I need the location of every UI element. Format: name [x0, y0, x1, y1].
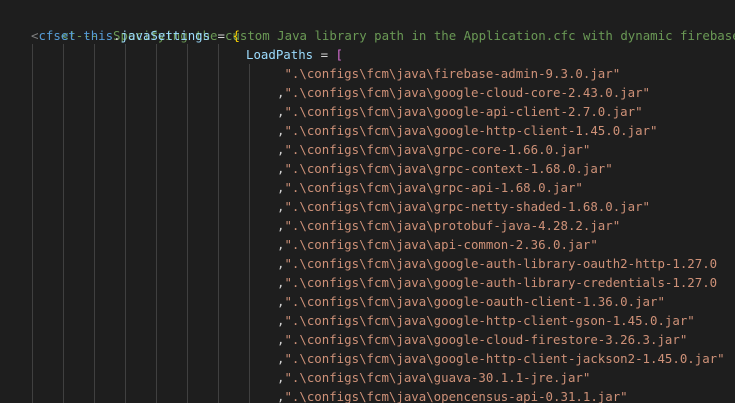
path-string: ".\configs\fcm\java\firebase-admin-9.3.0… — [284, 66, 621, 81]
code-line-path[interactable]: ,".\configs\fcm\java\google-cloud-firest… — [277, 330, 687, 349]
indent-guide — [94, 44, 95, 403]
path-string: ".\configs\fcm\java\google-cloud-firesto… — [284, 332, 688, 347]
loadpaths-key: LoadPaths — [246, 47, 314, 62]
code-line-path[interactable]: ,".\configs\fcm\java\google-http-client-… — [277, 121, 657, 140]
indent-guide — [156, 44, 157, 403]
code-editor[interactable]: <!--- Specifying the custom Java library… — [0, 0, 735, 403]
indent-guide — [249, 64, 250, 403]
path-string: ".\configs\fcm\java\protobuf-java-4.28.2… — [284, 218, 621, 233]
code-line-path[interactable]: ,".\configs\fcm\java\grpc-core-1.66.0.ja… — [277, 140, 590, 159]
code-line-path[interactable]: ,".\configs\fcm\java\google-oauth-client… — [277, 292, 665, 311]
indent-guide — [218, 44, 219, 403]
code-line-path[interactable]: ,".\configs\fcm\java\opencensus-api-0.31… — [277, 387, 628, 403]
indent-guide — [187, 44, 188, 403]
code-line-path[interactable]: ,".\configs\fcm\java\google-http-client-… — [277, 311, 695, 330]
indent-guide — [32, 44, 33, 403]
indent-guide — [63, 44, 64, 403]
cfset-tag: cfset — [38, 28, 76, 43]
code-line-path[interactable]: ,".\configs\fcm\java\google-cloud-core-2… — [277, 83, 650, 102]
open-bracket: [ — [335, 47, 343, 62]
code-line-comment[interactable]: <!--- Specifying the custom Java library… — [31, 7, 735, 43]
code-line-path[interactable]: ,".\configs\fcm\java\google-auth-library… — [277, 273, 717, 292]
path-string: ".\configs\fcm\java\grpc-core-1.66.0.jar… — [284, 142, 591, 157]
path-string: ".\configs\fcm\java\opencensus-api-0.31.… — [284, 389, 628, 403]
code-line-path[interactable]: ".\configs\fcm\java\firebase-admin-9.3.0… — [277, 64, 620, 83]
path-string: ".\configs\fcm\java\google-http-client-j… — [284, 351, 725, 366]
path-string: ".\configs\fcm\java\google-oauth-client-… — [284, 294, 665, 309]
code-line-cfset[interactable]: <cfset this.javaSettings = { — [31, 26, 240, 45]
assign-operator: = — [210, 28, 233, 43]
path-string: ".\configs\fcm\java\grpc-api-1.68.0.jar" — [284, 180, 583, 195]
code-line-path[interactable]: ,".\configs\fcm\java\grpc-netty-shaded-1… — [277, 197, 650, 216]
dot-operator: . — [113, 28, 121, 43]
code-line-path[interactable]: ,".\configs\fcm\java\api-common-2.36.0.j… — [277, 235, 598, 254]
path-string: ".\configs\fcm\java\google-api-client-2.… — [284, 104, 643, 119]
code-line-path[interactable]: ,".\configs\fcm\java\grpc-context-1.68.0… — [277, 159, 613, 178]
code-line-path[interactable]: ,".\configs\fcm\java\google-api-client-2… — [277, 102, 643, 121]
path-string: ".\configs\fcm\java\google-cloud-core-2.… — [284, 85, 650, 100]
path-string: ".\configs\fcm\java\google-http-client-1… — [284, 123, 658, 138]
settings-variable: javaSettings — [120, 28, 211, 43]
code-line-loadpaths[interactable]: LoadPaths = [ — [246, 45, 343, 64]
indent-guide — [125, 44, 126, 403]
this-keyword: this — [83, 28, 114, 43]
code-line-path[interactable]: ,".\configs\fcm\java\google-auth-library… — [277, 254, 717, 273]
code-line-path[interactable]: ,".\configs\fcm\java\grpc-api-1.68.0.jar… — [277, 178, 583, 197]
path-string: ".\configs\fcm\java\grpc-context-1.68.0.… — [284, 161, 613, 176]
path-string: ".\configs\fcm\java\google-auth-library-… — [284, 275, 718, 290]
path-string: ".\configs\fcm\java\grpc-netty-shaded-1.… — [284, 199, 650, 214]
loadpaths-assign: = — [313, 47, 336, 62]
open-brace: { — [232, 28, 240, 43]
code-line-path[interactable]: ,".\configs\fcm\java\google-http-client-… — [277, 349, 725, 368]
code-line-path[interactable]: ,".\configs\fcm\java\guava-30.1.1-jre.ja… — [277, 368, 590, 387]
path-string: ".\configs\fcm\java\guava-30.1.1-jre.jar… — [284, 370, 591, 385]
code-line-path[interactable]: ,".\configs\fcm\java\protobuf-java-4.28.… — [277, 216, 620, 235]
path-string: ".\configs\fcm\java\google-http-client-g… — [284, 313, 695, 328]
path-string: ".\configs\fcm\java\google-auth-library-… — [284, 256, 718, 271]
path-string: ".\configs\fcm\java\api-common-2.36.0.ja… — [284, 237, 598, 252]
